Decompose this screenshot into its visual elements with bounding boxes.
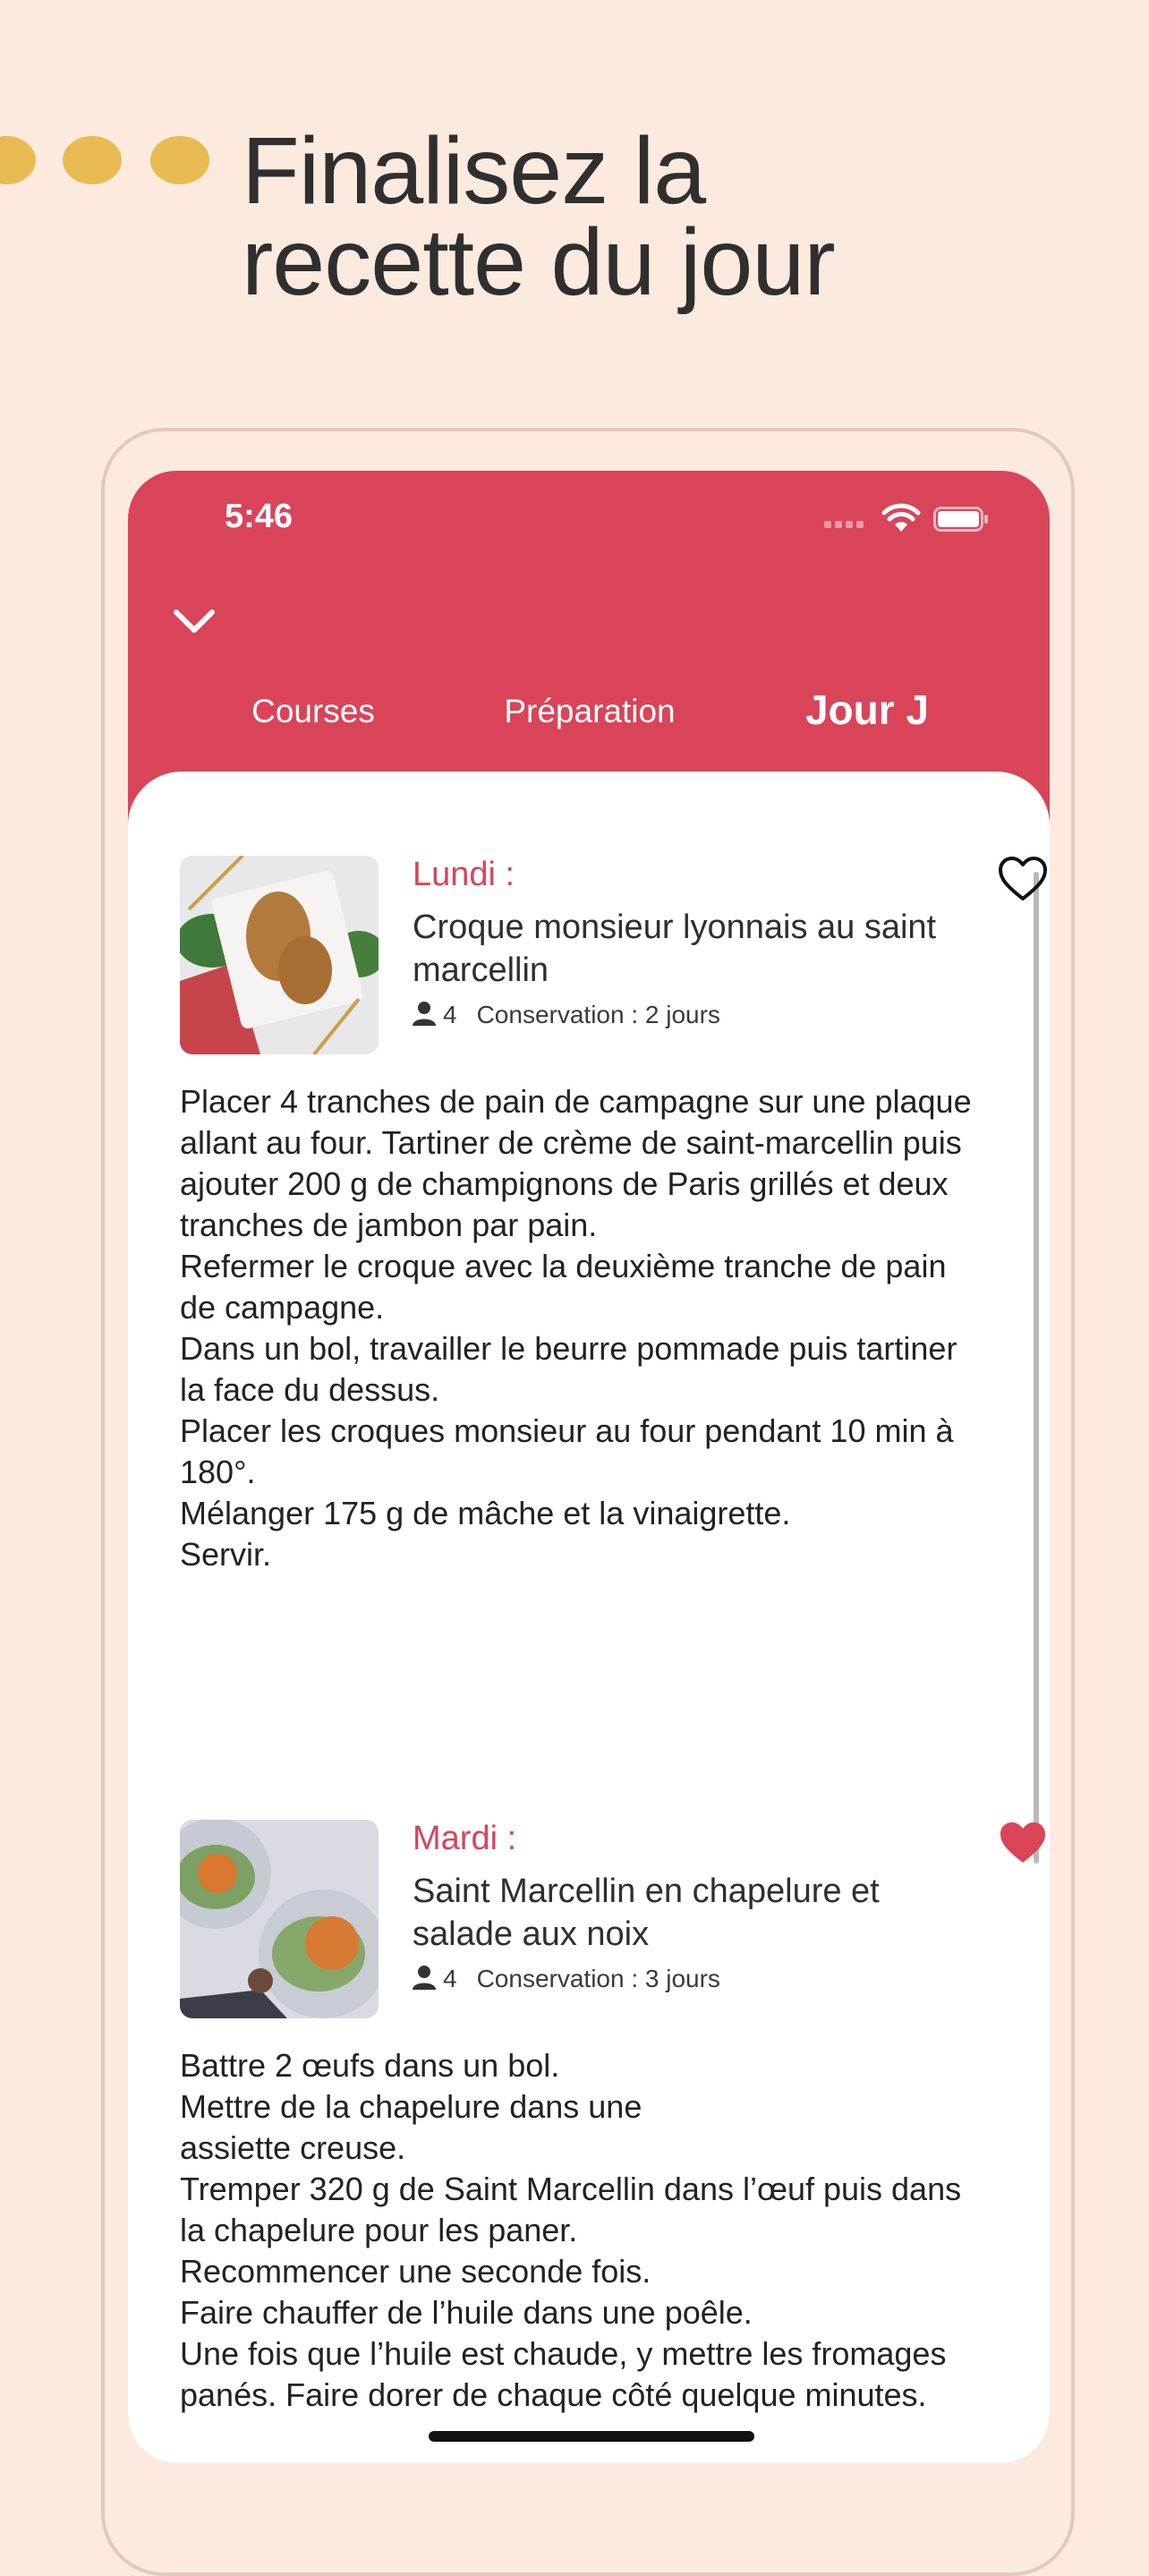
person-icon bbox=[413, 1966, 436, 1990]
promo-headline: Finalisez la recette du jour bbox=[242, 118, 836, 315]
instruction-step: Refermer le croque avec la deuxième tran… bbox=[180, 1248, 947, 1326]
instruction-step: Servir. bbox=[180, 1536, 272, 1573]
scrollbar[interactable] bbox=[1034, 872, 1039, 1864]
instruction-step: Placer 4 tranches de pain de campagne su… bbox=[180, 1083, 972, 1243]
instruction-step: Mélanger 175 g de mâche et la vinaigrett… bbox=[180, 1495, 791, 1531]
dot bbox=[63, 136, 122, 184]
instruction-step: Dans un bol, travailler le beurre pommad… bbox=[180, 1330, 958, 1408]
heart-filled-icon[interactable] bbox=[998, 1820, 1048, 1866]
app-screen: 5:46 Courses Préparation Jour J Lundi: … bbox=[128, 471, 1050, 2463]
tab-preparation[interactable]: Préparation bbox=[464, 693, 715, 730]
recipe-title[interactable]: Saint Marcellin en chapelure et salade a… bbox=[413, 1870, 967, 1956]
headline-line-1: Finalisez la bbox=[242, 118, 706, 224]
recipe-card: Mardi : Saint Marcellin en chapelure et … bbox=[180, 1820, 1045, 2463]
instruction-step: Recommencer une seconde fois. bbox=[180, 2253, 651, 2290]
servings-count: 4 bbox=[443, 1001, 457, 1028]
instruction-step: Faire chauffer de l’huile dans une poêle… bbox=[180, 2294, 753, 2331]
wifi-icon bbox=[881, 503, 921, 532]
instruction-step: Mettre de la chapelure dans une assiette… bbox=[180, 2088, 643, 2166]
headline-line-2: recette du jour bbox=[242, 209, 836, 315]
recipe-day: Lundi : bbox=[413, 856, 515, 893]
decorative-dots bbox=[0, 136, 215, 186]
recipe-instructions: Battre 2 œufs dans un bol. Mettre de la … bbox=[180, 2045, 985, 2416]
home-indicator[interactable] bbox=[429, 2431, 754, 2442]
cellular-icon bbox=[824, 521, 865, 528]
chevron-down-icon[interactable] bbox=[169, 596, 219, 646]
tab-jour-j[interactable]: Jour J bbox=[742, 686, 992, 734]
dot bbox=[0, 136, 36, 184]
recipe-list[interactable]: Lundi : Croque monsieur lyonnais au sain… bbox=[128, 772, 1050, 2463]
conservation-label: Conservation : 3 jours bbox=[476, 1965, 720, 1992]
dot bbox=[150, 136, 209, 184]
recipe-card: Lundi : Croque monsieur lyonnais au sain… bbox=[180, 856, 1047, 1625]
conservation-label: Conservation : 2 jours bbox=[476, 1001, 720, 1028]
status-time: 5:46 bbox=[225, 498, 294, 535]
recipe-day: Mardi : bbox=[413, 1820, 517, 1857]
person-icon bbox=[413, 1002, 436, 1026]
instruction-step: Placer les croques monsieur au four pend… bbox=[180, 1412, 954, 1490]
recipe-meta: 4 Conservation : 3 jours bbox=[413, 1965, 720, 1993]
recipe-photo[interactable] bbox=[180, 1820, 379, 2018]
instruction-step: Tremper 320 g de Saint Marcellin dans l’… bbox=[180, 2171, 962, 2248]
instruction-step: Une fois que l’huile est chaude, y mettr… bbox=[180, 2335, 947, 2413]
tab-courses[interactable]: Courses bbox=[188, 693, 438, 730]
battery-icon bbox=[933, 507, 988, 532]
recipe-instructions: Placer 4 tranches de pain de campagne su… bbox=[180, 1081, 985, 1575]
instruction-step: Battre 2 œufs dans un bol. bbox=[180, 2047, 560, 2084]
servings-count: 4 bbox=[443, 1965, 457, 1992]
recipe-photo[interactable] bbox=[180, 856, 379, 1054]
heart-outline-icon[interactable] bbox=[998, 856, 1048, 902]
recipe-title[interactable]: Croque monsieur lyonnais au saint marcel… bbox=[413, 906, 967, 992]
recipe-meta: 4 Conservation : 2 jours bbox=[413, 1001, 720, 1029]
